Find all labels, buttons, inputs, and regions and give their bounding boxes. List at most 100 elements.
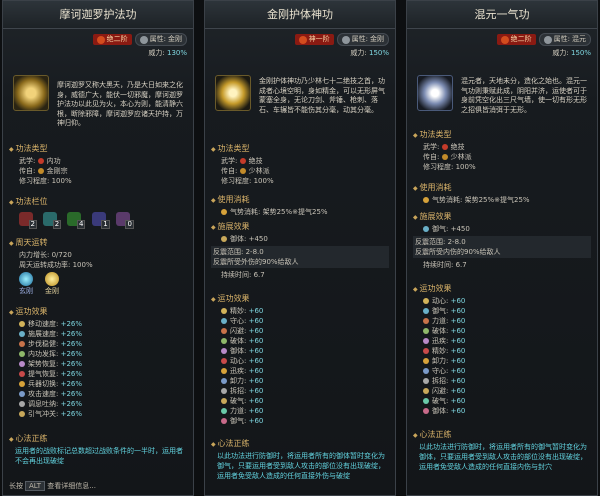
effect-icon (423, 348, 429, 354)
xinfa-section: 心法正练 以此功法进行防御时，将运用者所有的御体暂时变化为御气，只要运用者受到敌… (211, 438, 389, 481)
effect-row: 御体: +60 (211, 346, 389, 356)
attribute-icon (341, 35, 350, 44)
power-value: 150% (570, 49, 591, 57)
effect-icon (19, 401, 25, 407)
effect-value: +60 (450, 377, 466, 385)
section-title: 运功效果 (413, 283, 591, 296)
effect-row: 守心: +60 (413, 366, 591, 376)
chuanzi-row: 传自: 少林派 (413, 152, 591, 162)
cost-row: 气势消耗: 架势25%※提气25% (211, 207, 389, 217)
gem-label: 玄刚 (19, 287, 33, 295)
effect-name: 御体 (230, 347, 244, 355)
effect-name: 闪避 (230, 327, 244, 335)
effect-icon (423, 368, 429, 374)
value: 100% (72, 261, 93, 269)
effect-value: +60 (248, 367, 264, 375)
xuangang-icon (19, 272, 33, 286)
sect-icon (441, 154, 448, 160)
effect-icon (221, 368, 227, 374)
effect-value: +60 (248, 327, 264, 335)
section-title: 心法正练 (211, 438, 389, 451)
effect-row: 破体: +60 (211, 336, 389, 346)
effect-name: 步伐稳健 (28, 340, 56, 348)
effect-icon (423, 408, 429, 414)
panel-title: 金刚护体神功 (205, 1, 395, 29)
effect-icon (19, 391, 25, 397)
effect-name: 御气 (432, 307, 446, 315)
effect-row: 闪避: +60 (413, 386, 591, 396)
value: 御气: +450 (432, 225, 470, 233)
slot-icon-water[interactable]: 2 (43, 212, 62, 229)
effect-icon (19, 341, 25, 347)
vajra-skill-icon (215, 75, 251, 111)
xinfa-text: 以此功法进行防御时，将运用者所有的御气暂时变化为御体，只要运用者受到敌人攻击的部… (419, 443, 587, 471)
power-value: 130% (166, 49, 187, 57)
effect-icon (221, 318, 227, 324)
effect-row: 破体: +60 (413, 326, 591, 336)
effect-value: +60 (248, 417, 264, 425)
effect-name: 力道 (432, 317, 446, 325)
wuxue-row: 武学: 绝技 (211, 156, 389, 166)
effect-value: +60 (450, 327, 466, 335)
section-title: 使用消耗 (413, 182, 591, 195)
attr-value: 混元 (572, 35, 586, 43)
zhoutian-section: 周天运转 内力增长: 0/720 周天运转成功率: 100% 玄刚 金刚 (9, 237, 187, 296)
attribute-icon (543, 35, 552, 44)
hunyuan-skill-icon (417, 75, 453, 111)
effect-value: +60 (450, 357, 466, 365)
slot-icon-earth[interactable]: 0 (115, 212, 134, 229)
slot-count: 1 (101, 220, 110, 229)
section-title: 功法类型 (9, 143, 187, 156)
attribute-badge: 属性: 金刚 (134, 33, 187, 46)
value: 0/720 (51, 251, 72, 259)
effect-name: 破体 (432, 327, 446, 335)
juexue-icon (239, 158, 246, 164)
wuxue-row: 武学: 绝技 (413, 142, 591, 152)
effect-value: +60 (248, 377, 264, 385)
range-box: 反震范围: 2-8.0 反震所受外伤的90%给敌人 (211, 246, 389, 268)
effect-name: 闪避 (432, 387, 446, 395)
effect-icon (221, 348, 227, 354)
skill-description: 混元者，天地未分，造化之始也。混元一气功则秉赋此成，阴阳并济，运使者可于身前凭空… (461, 77, 587, 114)
label: 内力增长: (19, 251, 50, 259)
effect-value: +60 (248, 307, 264, 315)
attr-value: 金刚 (370, 35, 384, 43)
effect-icon (423, 378, 429, 384)
effect-value: +60 (248, 387, 264, 395)
xuangang-gem[interactable]: 玄刚 (19, 272, 33, 296)
jingang-gem[interactable]: 金刚 (45, 272, 59, 296)
effect-row: 卸力: +60 (211, 376, 389, 386)
slot-count: 2 (28, 220, 37, 229)
attr-label: 属性: (553, 35, 570, 43)
effect-row: 御气: +60 (211, 416, 389, 426)
alt-hint: 长按 ALT 查看详细信息... (9, 481, 96, 491)
difficulty-row: 修习程度: 100% (9, 176, 187, 186)
effect-value: +26% (60, 360, 83, 368)
effect-value: +60 (248, 357, 264, 365)
slot-icon-wood[interactable]: 4 (67, 212, 86, 229)
duration-text: 持续时间: 6.7 (423, 261, 467, 269)
effect-row: 闪避: +60 (211, 326, 389, 336)
slot-icon-fire[interactable]: 2 (19, 212, 37, 229)
effect-name: 动心 (432, 297, 446, 305)
effect-icon (19, 321, 25, 327)
cost-section: 使用消耗 气势消耗: 架势25%※提气25% (211, 194, 389, 217)
range-text: 反震范围: 2-8.0 (213, 248, 264, 256)
effect-icon (423, 308, 429, 314)
effect-row: 精妙: +60 (211, 306, 389, 316)
effect-icon (221, 398, 227, 404)
type-section: 功法类型 武学: 内功 传自: 金刚宗 修习程度: 100% (9, 143, 187, 186)
difficulty-row: 修习程度: 100% (211, 176, 389, 186)
power-value: 150% (368, 49, 389, 57)
effect-row: 动心: +60 (211, 356, 389, 366)
attribute-badge: 属性: 混元 (538, 33, 591, 46)
effect-value: +60 (450, 297, 466, 305)
slot-icon-metal[interactable]: 1 (91, 212, 110, 229)
effect-row: 力道: +60 (413, 316, 591, 326)
range-desc: 反震所受外伤的90%给敌人 (213, 258, 299, 266)
tag-row: 神一阶 属性: 金刚 (294, 33, 389, 46)
effect-icon (221, 388, 227, 394)
meridian-gems: 玄刚 金刚 (9, 272, 187, 296)
effect-name: 动心 (230, 357, 244, 365)
effect-name: 迅疾 (230, 367, 244, 375)
